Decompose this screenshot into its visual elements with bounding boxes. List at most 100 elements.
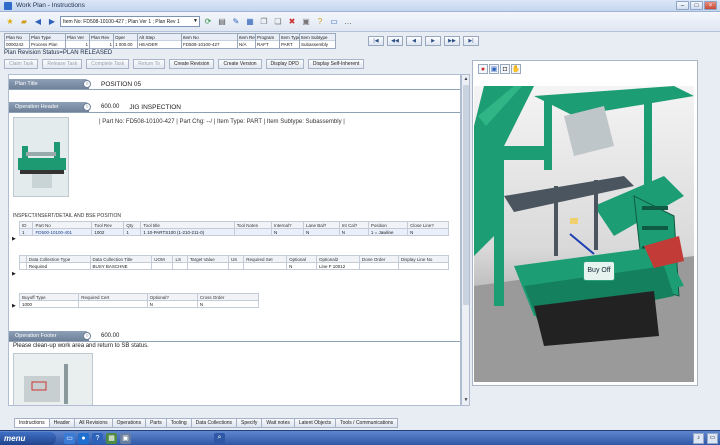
complete-task-button[interactable]: Complete Task [86, 59, 130, 69]
minimize-icon[interactable]: – [676, 1, 689, 10]
table-cell: 1 [18, 228, 34, 236]
scroll-down-icon[interactable]: ▼ [463, 397, 469, 404]
start-button[interactable]: menu [0, 431, 56, 445]
app-icon [4, 1, 12, 10]
tab-data-collections[interactable]: Data Collections [191, 418, 238, 428]
prev-page-button[interactable]: ◀◀ [387, 36, 403, 46]
section-divider [9, 112, 460, 113]
window-icon[interactable]: ▭ [328, 16, 340, 28]
column-header: Tool Rev [91, 221, 125, 229]
more-icon[interactable]: … [342, 16, 354, 28]
print-icon[interactable]: ▤ [216, 16, 228, 28]
operation-footer-section: Operation Footer ○ 600.00 [9, 331, 460, 342]
tab-header[interactable]: Header [49, 418, 75, 428]
tab-latent-objects[interactable]: Latent Objects [294, 418, 337, 428]
scroll-thumb[interactable] [463, 85, 469, 305]
last-record-button[interactable]: ▶| [463, 36, 479, 46]
app-window-icon[interactable]: ▣ [120, 432, 131, 444]
table-cell: N [407, 228, 449, 236]
stop-icon[interactable]: ● [478, 64, 488, 74]
column-header: Data Collection Type [25, 255, 91, 263]
column-header: Tool title [140, 221, 235, 229]
next-page-button[interactable]: ▶▶ [444, 36, 460, 46]
edit-icon[interactable]: ✎ [230, 16, 242, 28]
hand-icon[interactable]: ✋ [511, 64, 521, 74]
tab-wait-notes[interactable]: Wait notes [262, 418, 295, 428]
table-row[interactable]: Required BUSY BASCHNE N Line F 10012 [19, 262, 450, 270]
table-cell [233, 228, 273, 236]
start-label: menu [4, 433, 26, 443]
table-row[interactable]: 1000 N N [18, 300, 260, 308]
tab-tools-communications[interactable]: Tools / Communications [336, 418, 399, 428]
back-icon[interactable]: ◀ [32, 16, 44, 28]
column-header: Buyoff Type [18, 293, 80, 301]
section-divider [9, 89, 460, 90]
prev-record-button[interactable]: ◀ [406, 36, 422, 46]
tab-instructions[interactable]: Instructions [14, 418, 50, 428]
collapse-icon[interactable]: ○ [83, 332, 91, 340]
tab-specify[interactable]: Specify [237, 418, 263, 428]
tab-tooling[interactable]: Tooling [166, 418, 192, 428]
tab-parts[interactable]: Parts [146, 418, 167, 428]
header-cell: Oper 1 000.00 [114, 33, 138, 49]
scroll-up-icon[interactable]: ▲ [463, 76, 469, 83]
camera-icon[interactable]: ◘ [500, 64, 510, 74]
copy-icon[interactable]: ❐ [258, 16, 270, 28]
assembly-3d-view[interactable] [474, 86, 694, 382]
column-header: Target Value [186, 255, 229, 263]
operation-footer-thumbnail[interactable] [13, 353, 93, 405]
create-version-button[interactable]: Create Version [218, 59, 262, 69]
first-record-button[interactable]: |◀ [368, 36, 384, 46]
claim-task-button[interactable]: Claim Task [4, 59, 39, 69]
release-task-button[interactable]: Release Task [42, 59, 83, 69]
buy-off-callout[interactable]: Buy Off [583, 261, 615, 281]
tab-all-revisions[interactable]: All Revisions [74, 418, 113, 428]
section-tag: Operation Footer [9, 331, 89, 341]
column-header: Required Cert [78, 293, 148, 301]
next-record-button[interactable]: ▶ [425, 36, 441, 46]
column-header: Cross Order [196, 293, 260, 301]
row-selector-icon[interactable]: ▶ [12, 236, 16, 242]
table-cell: 1 = Jawline [367, 228, 409, 236]
view-icon[interactable]: ▣ [300, 16, 312, 28]
instructions-scrollbar[interactable]: ▲ ▼ [461, 74, 470, 406]
star-icon[interactable]: ★ [4, 16, 16, 28]
return-to-button[interactable]: Return To [133, 59, 165, 69]
refresh-icon[interactable]: ⟳ [202, 16, 214, 28]
header-cell: Plan No 0000242 [4, 33, 30, 49]
close-icon[interactable]: × [704, 1, 717, 10]
column-header: Optional? [146, 293, 198, 301]
tab-operations[interactable]: Operations [112, 418, 147, 428]
folder-icon[interactable]: ▰ [18, 16, 30, 28]
speaker-icon[interactable]: ♪ [693, 433, 704, 444]
network-icon[interactable]: ▦ [106, 432, 117, 444]
header-cell: Alt Step HEADER [138, 33, 182, 49]
row-selector-icon[interactable]: ▶ [12, 271, 16, 277]
display-dpd-button[interactable]: Display DPD [265, 59, 304, 69]
collapse-icon[interactable]: ○ [83, 103, 91, 111]
create-revision-button[interactable]: Create Revision [168, 59, 215, 69]
table-row[interactable]: 1 FD500-10100-401 1002 1 1 10-PARTS100 (… [18, 228, 449, 236]
table-cell: BUSY BASCHNE [89, 262, 153, 270]
maximize-icon[interactable]: □ [690, 1, 703, 10]
help-icon[interactable]: ? [92, 432, 103, 444]
table-cell [78, 300, 148, 308]
layout-icon[interactable]: ▦ [244, 16, 256, 28]
view-mode-icon[interactable]: ▣ [489, 64, 499, 74]
operation-header-thumbnail[interactable] [13, 117, 69, 197]
item-selector[interactable]: Item No: FD508-10100-427 ; Plan Ver 1 ; … [60, 16, 200, 27]
browser-icon[interactable]: ● [78, 432, 89, 444]
paste-icon[interactable]: ❏ [272, 16, 284, 28]
section-divider [9, 341, 460, 342]
part-info: | Part No: FD508-10100-427 | Part Chg: -… [99, 119, 345, 125]
help-icon[interactable]: ? [314, 16, 326, 28]
search-icon[interactable]: ⌕ [214, 432, 225, 444]
delete-icon[interactable]: ✖ [286, 16, 298, 28]
row-selector-icon[interactable]: ▶ [12, 303, 16, 309]
column-header: Int Cal? [338, 221, 369, 229]
display-self-inherent-button[interactable]: Display Self-Inherent [307, 59, 365, 69]
collapse-icon[interactable]: ○ [83, 80, 91, 88]
desktop-icon[interactable]: ▭ [64, 432, 75, 444]
display-icon[interactable]: ▭ [707, 433, 718, 444]
forward-icon[interactable]: ▶ [46, 16, 58, 28]
